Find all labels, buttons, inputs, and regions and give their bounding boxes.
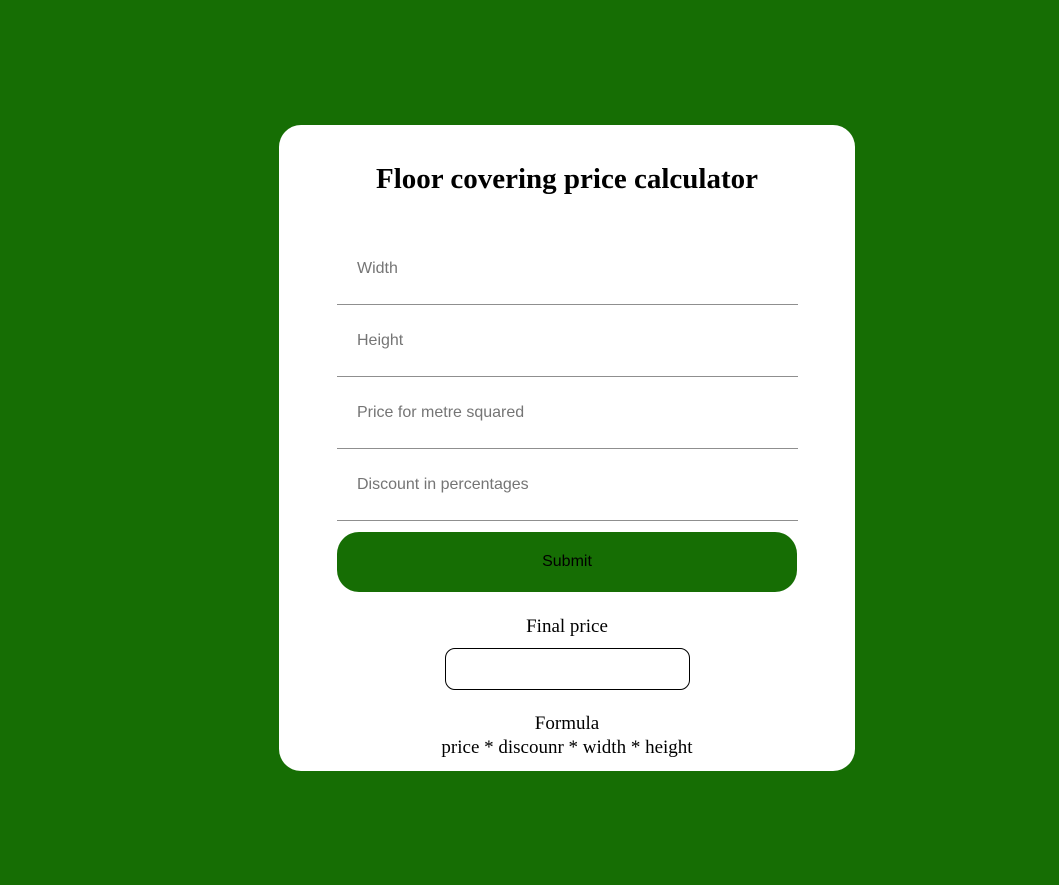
formula-text: price * discounr * width * height <box>441 737 693 758</box>
width-input[interactable] <box>337 233 798 305</box>
discount-input[interactable] <box>337 449 798 521</box>
formula-label: Formula <box>534 713 600 734</box>
price-per-square-metre-input[interactable] <box>337 377 798 449</box>
page-title: Floor covering price calculator <box>376 163 758 195</box>
submit-button[interactable]: Submit <box>337 532 797 592</box>
final-price-label: Final price <box>526 616 608 637</box>
height-input[interactable] <box>337 305 798 377</box>
calculator-card: Floor covering price calculator Submit F… <box>279 125 855 771</box>
final-price-output[interactable] <box>445 648 690 690</box>
